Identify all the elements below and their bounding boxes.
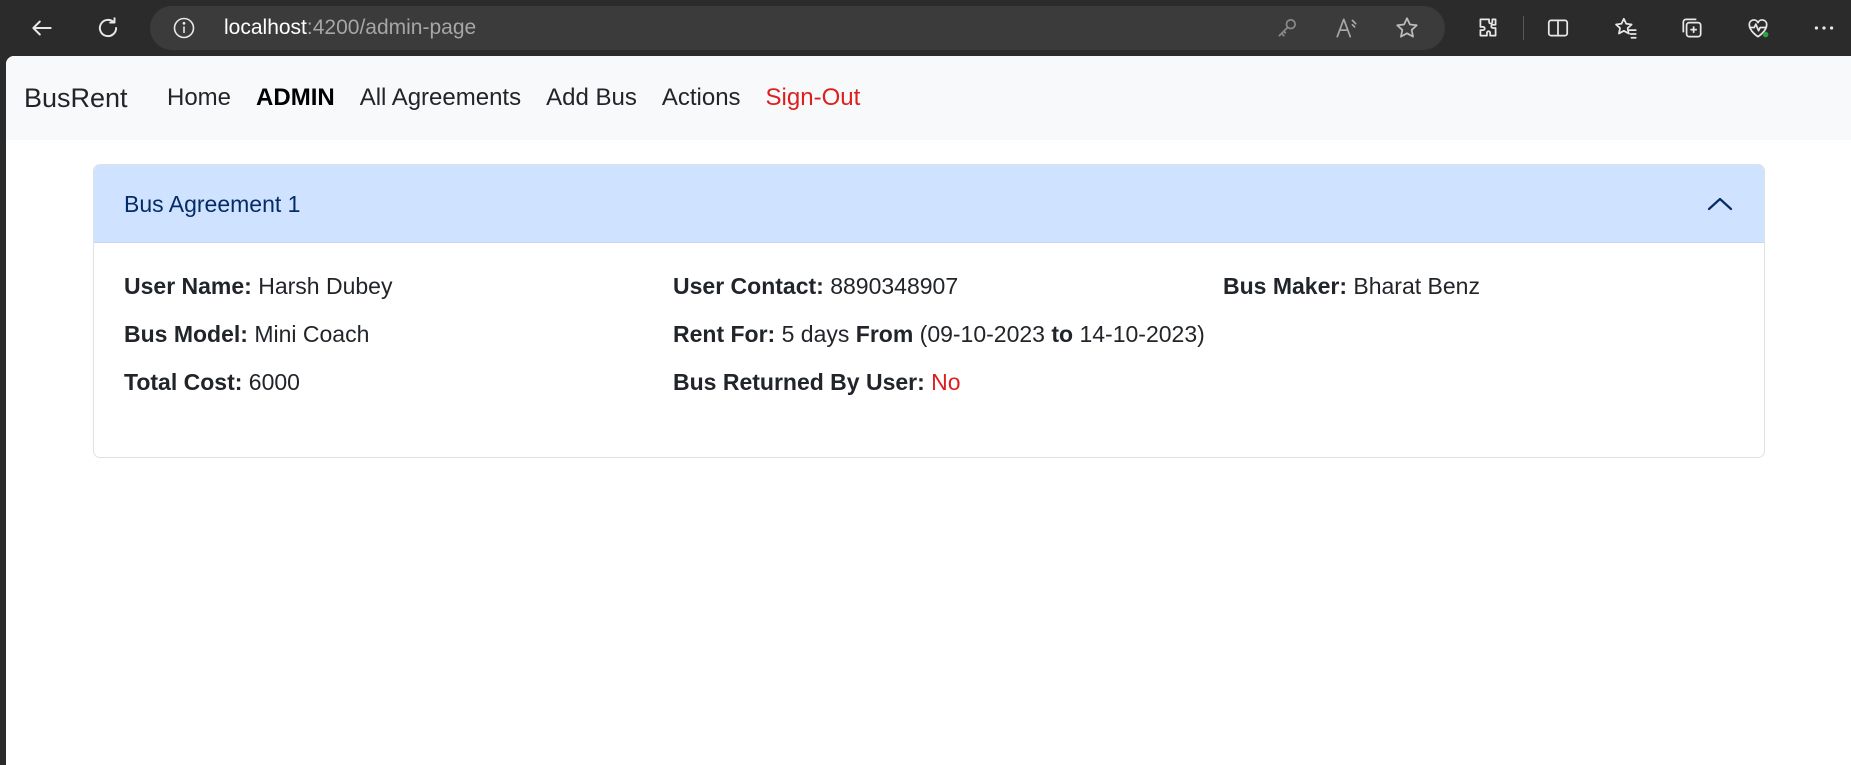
refresh-icon[interactable] — [90, 10, 126, 46]
user-contact-label: User Contact: — [673, 273, 824, 299]
total-cost-label: Total Cost: — [124, 369, 243, 395]
extensions-icon[interactable] — [1470, 10, 1506, 46]
split-screen-icon[interactable] — [1540, 10, 1576, 46]
bus-returned-label: Bus Returned By User: — [673, 369, 925, 395]
from-label: From — [855, 321, 914, 347]
address-bar[interactable]: localhost:4200/admin-page — [150, 6, 1445, 50]
star-icon[interactable] — [1394, 15, 1420, 41]
toolbar-divider — [1523, 16, 1524, 40]
bus-maker-label: Bus Maker: — [1223, 273, 1347, 299]
nav-add-bus[interactable]: Add Bus — [546, 84, 637, 112]
user-name-field: User Name: Harsh Dubey — [124, 273, 392, 300]
nav-actions[interactable]: Actions — [662, 84, 741, 112]
back-icon[interactable] — [24, 10, 60, 46]
brand-link[interactable]: BusRent — [24, 56, 128, 140]
nav-all-agreements[interactable]: All Agreements — [360, 84, 521, 112]
url-text[interactable]: localhost:4200/admin-page — [224, 6, 476, 50]
rent-for-value: 5 days — [781, 321, 850, 347]
bus-model-label: Bus Model: — [124, 321, 248, 347]
health-icon[interactable] — [1740, 10, 1776, 46]
url-path: :4200/admin-page — [306, 16, 477, 39]
nav-admin[interactable]: ADMIN — [256, 84, 335, 112]
chevron-up-icon[interactable] — [1706, 192, 1734, 216]
page-viewport: BusRent Home ADMIN All Agreements Add Bu… — [6, 56, 1851, 765]
navbar: BusRent Home ADMIN All Agreements Add Bu… — [6, 56, 1851, 140]
user-contact-value: 8890348907 — [830, 273, 959, 299]
collections-icon[interactable] — [1674, 10, 1710, 46]
total-cost-field: Total Cost: 6000 — [124, 369, 300, 396]
bus-model-field: Bus Model: Mini Coach — [124, 321, 369, 348]
bus-maker-value: Bharat Benz — [1353, 273, 1480, 299]
user-contact-field: User Contact: 8890348907 — [673, 273, 958, 300]
rent-period-field: Rent For: 5 days From (09-10-2023 to 14-… — [673, 321, 1205, 348]
read-aloud-icon[interactable] — [1334, 15, 1360, 41]
from-date: (09-10-2023 — [919, 321, 1045, 347]
nav-links: Home ADMIN All Agreements Add Bus Action… — [167, 56, 860, 140]
browser-toolbar: localhost:4200/admin-page — [0, 0, 1851, 56]
to-label: to — [1051, 321, 1074, 347]
user-name-label: User Name: — [124, 273, 252, 299]
bus-returned-status: No — [931, 369, 961, 395]
bus-model-value: Mini Coach — [254, 321, 370, 347]
user-name-value: Harsh Dubey — [258, 273, 393, 299]
url-host: localhost — [224, 16, 307, 39]
bus-returned-field: Bus Returned By User: No — [673, 369, 961, 396]
accordion-header[interactable]: Bus Agreement 1 — [94, 165, 1764, 243]
total-cost-value: 6000 — [248, 369, 300, 395]
bus-maker-field: Bus Maker: Bharat Benz — [1223, 273, 1480, 300]
agreement-title: Bus Agreement 1 — [124, 191, 301, 217]
rent-for-label: Rent For: — [673, 321, 776, 347]
more-icon[interactable] — [1806, 10, 1842, 46]
info-icon[interactable] — [172, 16, 196, 40]
key-icon[interactable] — [1274, 15, 1300, 41]
to-date: 14-10-2023) — [1079, 321, 1205, 347]
nav-home[interactable]: Home — [167, 84, 231, 112]
favorites-icon[interactable] — [1608, 10, 1644, 46]
nav-sign-out[interactable]: Sign-Out — [766, 84, 861, 112]
agreement-accordion: Bus Agreement 1 User Name: Harsh Dubey U… — [93, 164, 1765, 458]
